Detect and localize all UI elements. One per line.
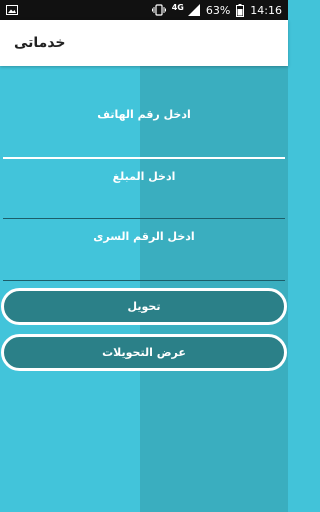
- signal-icon: [187, 4, 200, 16]
- gallery-notification-icon: [6, 5, 18, 15]
- phone-field-label: ادخل رقم الهاتف: [97, 108, 191, 121]
- view-transfers-button[interactable]: عرض التحويلات: [1, 334, 287, 371]
- amount-field[interactable]: ادخل المبلغ: [0, 162, 288, 220]
- status-right: 4G 63% 14:16: [151, 2, 282, 17]
- clock: 14:16: [250, 3, 282, 17]
- vibrate-icon: [151, 4, 166, 16]
- amount-field-label: ادخل المبلغ: [112, 170, 176, 183]
- status-left: [6, 5, 18, 15]
- network-type-label: 4G: [171, 2, 184, 12]
- transfer-button[interactable]: تحويل: [1, 288, 287, 325]
- app-title: خدماتى: [14, 35, 66, 51]
- battery-icon: [236, 3, 245, 17]
- battery-percent: 63%: [205, 3, 231, 17]
- status-bar: 4G 63% 14:16: [0, 0, 288, 20]
- pin-field[interactable]: ادخل الرقم السرى: [0, 220, 288, 282]
- pin-field-underline: [3, 280, 285, 281]
- pin-field-label: ادخل الرقم السرى: [93, 230, 195, 243]
- phone-field-underline: [3, 157, 285, 159]
- amount-field-underline: [3, 218, 285, 219]
- main-content: ادخل رقم الهاتف ادخل المبلغ ادخل الرقم ا…: [0, 66, 288, 512]
- phone-field[interactable]: ادخل رقم الهاتف: [0, 66, 288, 162]
- app-bar: خدماتى: [0, 20, 288, 66]
